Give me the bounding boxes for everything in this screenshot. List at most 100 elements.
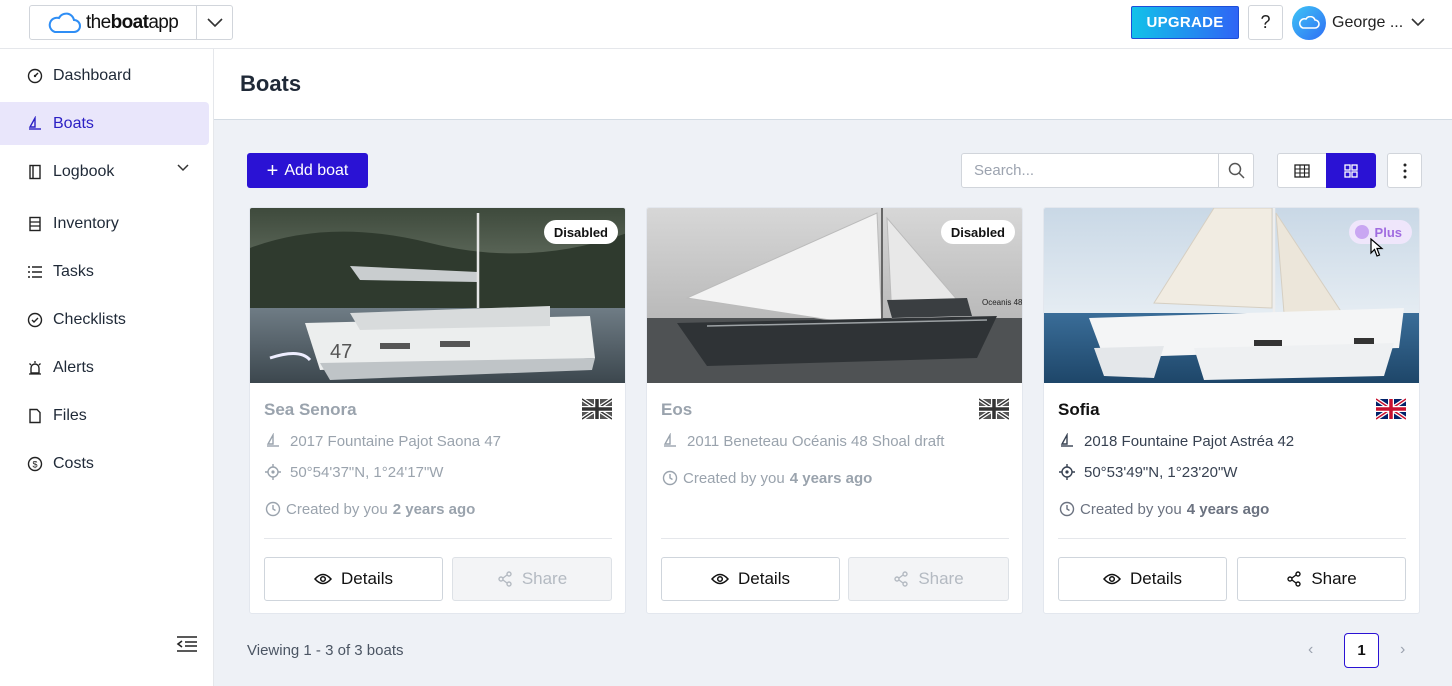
boat-location: 50°54'37"N, 1°24'17"W bbox=[290, 463, 444, 481]
sidebar-item-alerts[interactable]: Alerts bbox=[0, 346, 209, 389]
inventory-icon bbox=[26, 215, 43, 232]
boat-name: Sea Senora bbox=[264, 400, 357, 419]
sailboat-icon bbox=[26, 115, 43, 132]
share-button[interactable]: Share bbox=[452, 557, 612, 601]
sidebar-item-files[interactable]: Files bbox=[0, 394, 209, 437]
collapse-sidebar-button[interactable] bbox=[176, 635, 198, 658]
sidebar-item-label: Dashboard bbox=[53, 66, 132, 84]
table-view-button[interactable] bbox=[1277, 153, 1327, 188]
table-icon bbox=[1294, 163, 1310, 178]
sidebar-item-label: Inventory bbox=[53, 214, 119, 232]
chevron-down-icon bbox=[1411, 18, 1425, 27]
brand-logo[interactable]: theboatapp bbox=[30, 6, 198, 39]
book-icon bbox=[26, 163, 43, 180]
brand-name: theboatapp bbox=[86, 11, 179, 33]
details-button[interactable]: Details bbox=[1058, 557, 1227, 601]
eye-icon bbox=[1103, 573, 1122, 585]
sidebar-item-label: Files bbox=[53, 406, 87, 424]
sidebar: Dashboard Boats Logbook Inventory Tasks … bbox=[0, 49, 214, 686]
more-options-button[interactable] bbox=[1387, 153, 1422, 188]
pagination-summary: Viewing 1 - 3 of 3 boats bbox=[247, 642, 404, 659]
share-button[interactable]: Share bbox=[1237, 557, 1406, 601]
chevron-down-icon bbox=[177, 164, 189, 172]
search-input[interactable] bbox=[962, 154, 1218, 187]
sidebar-item-logbook[interactable]: Logbook bbox=[0, 150, 209, 193]
user-menu[interactable]: George ... bbox=[1292, 5, 1425, 40]
svg-text:Oceanis 48: Oceanis 48 bbox=[982, 298, 1023, 307]
sidebar-item-inventory[interactable]: Inventory bbox=[0, 202, 209, 245]
brand-switcher[interactable]: theboatapp bbox=[29, 5, 233, 40]
boat-model: 2018 Fountaine Pajot Astréa 42 bbox=[1084, 432, 1295, 450]
next-page-button[interactable]: › bbox=[1400, 641, 1405, 659]
file-icon bbox=[26, 407, 43, 424]
add-boat-button[interactable]: + Add boat bbox=[247, 153, 368, 188]
add-boat-label: Add boat bbox=[284, 161, 349, 179]
page-number-button[interactable]: 1 bbox=[1344, 633, 1379, 668]
sidebar-item-dashboard[interactable]: Dashboard bbox=[0, 54, 209, 97]
location-target-icon bbox=[264, 463, 282, 481]
boat-photo: 47 Disabled bbox=[250, 208, 625, 383]
main-content: Boats + Add boat Search... 47 Disabled S… bbox=[214, 49, 1452, 686]
boat-card: Plus Sofia 2018 Fountaine Pajot Astréa 4… bbox=[1043, 207, 1420, 614]
sailboat-icon bbox=[661, 432, 679, 450]
created-by: Created by you bbox=[683, 469, 785, 487]
grid-view-button[interactable] bbox=[1326, 153, 1376, 188]
plus-plan-icon bbox=[1354, 225, 1369, 239]
clock-icon bbox=[661, 469, 679, 487]
share-label: Share bbox=[521, 569, 568, 588]
help-button[interactable]: ? bbox=[1248, 5, 1283, 40]
sidebar-item-tasks[interactable]: Tasks bbox=[0, 250, 209, 293]
divider bbox=[1058, 538, 1406, 539]
svg-text:$: $ bbox=[32, 459, 37, 469]
created-row: Created by you 4 years ago bbox=[661, 469, 872, 487]
cloud-logo-icon bbox=[48, 12, 81, 33]
boat-location: 50°53'49"N, 1°23'20"W bbox=[1084, 463, 1238, 481]
share-button[interactable]: Share bbox=[848, 557, 1009, 601]
details-label: Details bbox=[738, 569, 790, 588]
alarm-icon bbox=[26, 359, 43, 376]
kebab-menu-icon bbox=[1403, 163, 1406, 178]
brand-dropdown-button[interactable] bbox=[197, 6, 232, 39]
page-header: Boats bbox=[214, 49, 1452, 120]
top-bar: theboatapp UPGRADE ? George ... bbox=[0, 0, 1452, 49]
chevron-down-icon bbox=[207, 17, 223, 27]
mouse-cursor-icon bbox=[1370, 238, 1384, 257]
created-by: Created by you bbox=[1080, 500, 1182, 518]
divider bbox=[264, 538, 612, 539]
cloud-avatar-icon bbox=[1299, 15, 1320, 29]
previous-page-button[interactable]: ‹ bbox=[1308, 641, 1313, 659]
boat-card: Oceanis 48 Disabled Eos 2011 Beneteau Oc… bbox=[646, 207, 1023, 614]
page-title: Boats bbox=[240, 71, 302, 96]
created-by: Created by you bbox=[286, 500, 388, 518]
search-button[interactable] bbox=[1218, 154, 1253, 187]
created-row: Created by you 2 years ago bbox=[264, 500, 475, 518]
details-button[interactable]: Details bbox=[661, 557, 840, 601]
svg-text:47: 47 bbox=[330, 341, 352, 363]
created-when: 2 years ago bbox=[392, 500, 476, 518]
sailboat-icon bbox=[1058, 432, 1076, 450]
search-box bbox=[961, 153, 1254, 188]
eye-icon bbox=[711, 573, 730, 585]
boat-card: 47 Disabled Sea Senora 2017 Fountaine Pa… bbox=[249, 207, 626, 614]
boat-location-row: 50°53'49"N, 1°23'20"W bbox=[1058, 463, 1237, 481]
created-when: 4 years ago bbox=[1186, 500, 1270, 518]
divider bbox=[661, 538, 1009, 539]
sidebar-item-boats[interactable]: Boats bbox=[0, 102, 209, 145]
clock-icon bbox=[264, 500, 282, 518]
boat-location-row: 50°54'37"N, 1°24'17"W bbox=[264, 463, 443, 481]
sidebar-item-costs[interactable]: $ Costs bbox=[0, 442, 209, 485]
sidebar-item-label: Boats bbox=[53, 114, 94, 132]
dollar-icon: $ bbox=[26, 455, 43, 472]
check-circle-icon bbox=[26, 311, 43, 328]
details-button[interactable]: Details bbox=[264, 557, 443, 601]
status-badge: Disabled bbox=[940, 220, 1015, 244]
clock-icon bbox=[1058, 500, 1076, 518]
grid-icon bbox=[1344, 163, 1358, 178]
boat-model: 2017 Fountaine Pajot Saona 47 bbox=[290, 432, 502, 450]
sidebar-item-checklists[interactable]: Checklists bbox=[0, 298, 209, 341]
upgrade-button[interactable]: UPGRADE bbox=[1131, 6, 1239, 39]
location-target-icon bbox=[1058, 463, 1076, 481]
eye-icon bbox=[314, 573, 333, 585]
boat-name: Sofia bbox=[1058, 400, 1100, 419]
sidebar-item-label: Costs bbox=[53, 454, 94, 472]
